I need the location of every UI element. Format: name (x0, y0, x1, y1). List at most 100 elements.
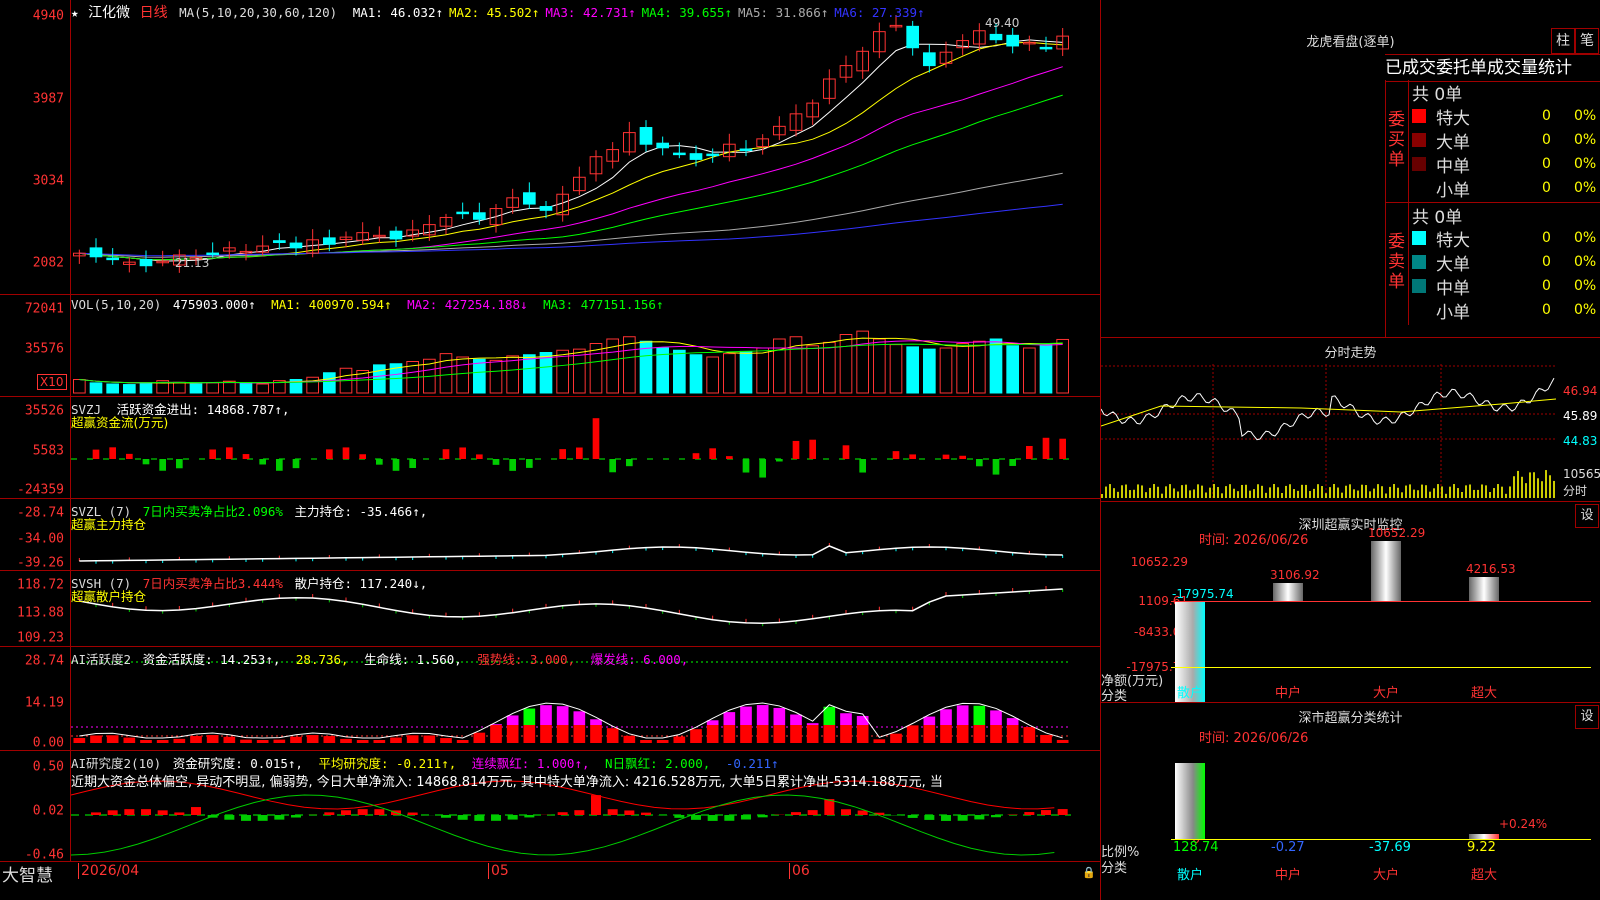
intraday-volume-bar (1177, 491, 1179, 498)
activity-bar (873, 739, 886, 743)
row-color-swatch (1412, 157, 1426, 171)
intraday-chart[interactable] (1101, 364, 1561, 501)
research-bar (241, 815, 251, 821)
volume-bar (739, 350, 753, 394)
research-bar (257, 815, 268, 821)
svzj-panel[interactable]: 35526 5583 -24359 SVZJ 活跃资金进出: 14868.787… (0, 397, 1100, 499)
monitor-value: 4216.53 (1466, 562, 1516, 577)
buy-total: 共 0单 (1412, 85, 1463, 105)
intraday-volume-bar (1357, 490, 1359, 498)
intraday-volume-bar (1233, 488, 1235, 498)
kline-panel[interactable]: 4940 3987 3034 2082 ★ 江化微 日线 MA(5,10,20,… (0, 0, 1100, 295)
intraday-volume-bar (1469, 484, 1471, 498)
svsh-panel[interactable]: 118.72 113.88 109.23 SVSH (7) 7日内买卖净占比3.… (0, 571, 1100, 647)
intraday-volume-bar (1165, 486, 1167, 498)
ma-value-2: MA2: 45.502↑ (449, 5, 540, 20)
intraday-volume-bar (1537, 478, 1539, 498)
high-label: 49.40 (985, 16, 1020, 30)
volume-bar (456, 356, 470, 394)
intraday-volume-bar (1549, 475, 1551, 498)
activity-bar (923, 716, 936, 725)
volume-bar (473, 358, 486, 394)
intraday-volume-bar (1497, 484, 1499, 498)
volume-bar (1023, 347, 1036, 394)
volume-bar (773, 338, 786, 394)
tick-mode-button[interactable]: 笔 (1575, 28, 1599, 54)
row-pct: 0% (1574, 132, 1597, 148)
stock-name[interactable]: 江化微 (88, 5, 130, 21)
svzl-panel[interactable]: -28.74 -34.00 -39.26 SVZL (7) 7日内买卖净占比2.… (0, 499, 1100, 571)
activity-bar (823, 725, 836, 743)
intraday-volume-bar (1517, 470, 1519, 498)
ma-line-5 (79, 172, 1063, 258)
intraday-volume-bar (1541, 481, 1543, 498)
research-bar (457, 815, 468, 820)
ai1-d: 强势线: 3.000, (477, 652, 576, 667)
intraday-price-label: 45.89 (1563, 409, 1598, 423)
flow-bar (842, 445, 850, 459)
svsh-subtitle: 超赢散户持仓 (71, 589, 147, 604)
ai-research-panel[interactable]: 0.50 0.02 -0.46 AI研究度2(10) 资金研究度: 0.015↑… (0, 751, 1100, 863)
row-count: 0 (1542, 180, 1551, 196)
svzl-subtitle: 超赢主力持仓 (71, 517, 147, 532)
intraday-volume-bar (1289, 484, 1291, 498)
longhu-tabs[interactable]: 已成交委托单成交量统计 (1385, 54, 1600, 82)
research-bar (91, 812, 101, 815)
candle (456, 211, 470, 215)
star-icon[interactable]: ★ (71, 5, 79, 20)
flow-bar (526, 459, 533, 468)
candlestick-chart[interactable] (71, 0, 1099, 294)
intraday-vol-label: 分时 (1563, 484, 1588, 498)
intraday-volume-bar (1293, 489, 1295, 498)
volume-panel[interactable]: 72041 35576 X10 VOL(5,10,20) 475903.000↑… (0, 295, 1100, 397)
intraday-volume-bar (1473, 489, 1475, 498)
volume-bar (1006, 345, 1019, 394)
sz-monitor-chart[interactable]: 10652.29 1109.61 -8433.06 -17975.74 -17975.7… (1101, 502, 1600, 703)
sz-class-chart[interactable]: 7550250128.74散户-0.27中户-37.69大户9.22超大 (1101, 703, 1600, 900)
footer-bar: 大智慧 2026/04 05 06 🔒 (0, 862, 1100, 900)
activity-bar (756, 705, 769, 725)
row-count: 0 (1542, 132, 1551, 148)
vol-value: 475903.000↑ (172, 297, 256, 312)
ma-line-3 (79, 66, 1063, 261)
activity-bar (706, 725, 719, 743)
research-bar (724, 815, 735, 821)
intraday-volume-bar (1477, 489, 1479, 498)
ai-activity-panel[interactable]: 28.74 14.19 0.00 AI活跃度2 资金活跃度: 14.253↑, … (0, 647, 1100, 751)
ma-line-1 (79, 39, 1063, 262)
volume-bar (706, 356, 719, 394)
flow-bar (159, 459, 166, 471)
volume-bar (139, 382, 153, 394)
activity-bar (923, 725, 936, 743)
research-bar (441, 815, 451, 818)
intraday-panel[interactable]: 分时走势 46.94 45.89 44.83 10565 分时 (1101, 338, 1600, 502)
candle (389, 230, 403, 240)
activity-bar (423, 735, 436, 743)
intraday-volume-bar (1393, 484, 1395, 498)
volume-bar (889, 344, 903, 394)
intraday-volume-bar (1161, 493, 1163, 498)
ma-values: MA1: 46.032↑ MA2: 45.502↑ MA3: 42.731↑ MA4:… (353, 5, 931, 20)
row-count: 0 (1542, 230, 1551, 246)
period-label[interactable]: 日线 (140, 5, 168, 21)
intraday-volume-bar (1449, 486, 1451, 498)
activity-bar (606, 728, 619, 743)
brand-logo[interactable]: 大智慧 (2, 861, 53, 886)
research-bar (941, 815, 951, 821)
volume-bar (873, 338, 886, 394)
volume-bar (173, 381, 186, 394)
row-count: 0 (1542, 156, 1551, 172)
activity-bar (740, 706, 752, 725)
activity-bar (506, 715, 519, 725)
bar-mode-button[interactable]: 柱 (1551, 28, 1575, 54)
intraday-volume-bar (1217, 487, 1219, 498)
research-bar (491, 815, 501, 821)
svzl-tick: -28.74 (17, 505, 64, 521)
intraday-volume-bar (1417, 490, 1419, 498)
intraday-volume-bar (1105, 486, 1107, 498)
monitor-bar (1469, 577, 1499, 601)
activity-bar (223, 736, 236, 743)
lock-icon[interactable]: 🔒 (1082, 866, 1096, 879)
research-bar (841, 809, 851, 815)
intraday-volume-bar (1265, 492, 1267, 498)
